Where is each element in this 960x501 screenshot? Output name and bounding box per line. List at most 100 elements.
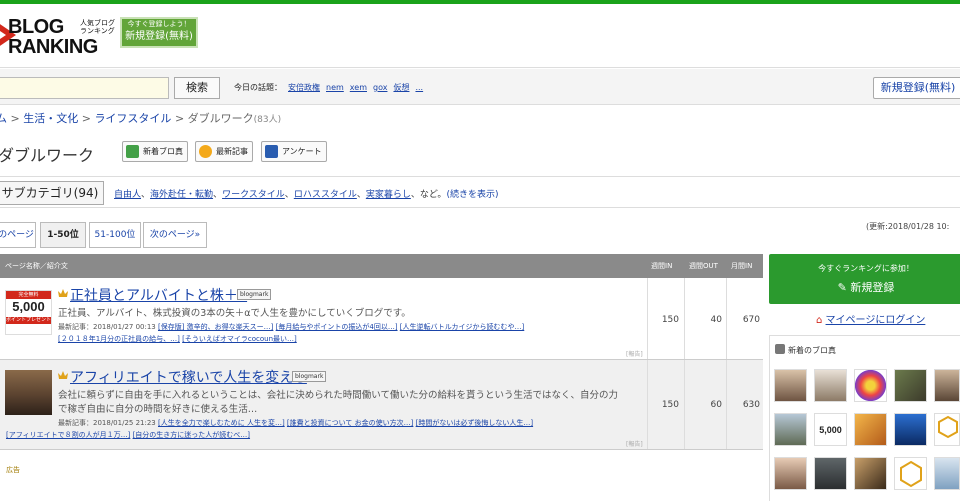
search-input[interactable] — [0, 77, 169, 99]
breadcrumb-lifestyle[interactable]: ライフスタイル — [94, 112, 171, 125]
new-blog-tile[interactable] — [814, 457, 847, 490]
search-bar: 検索 今日の話題： 安倍政権 nem xem gox 仮想... 新規登録(無料) — [0, 69, 960, 105]
subcategory-link[interactable]: 自由人 — [114, 190, 141, 200]
blog-description: 正社員、アルバイト、株式投資の3本の矢＋αで人生を豊かにしていくブログです。 — [58, 308, 411, 319]
breadcrumb: ム > 生活・文化 > ライフスタイル > ダブルワーク(83人) — [0, 110, 281, 126]
today-topics-label: 今日の話題： — [234, 83, 282, 92]
new-blog-tile[interactable] — [934, 413, 960, 446]
blog-description-2: で稼ぎ自由に自分の時間を好きに使える生活… — [58, 404, 258, 415]
camera-icon — [126, 145, 139, 158]
new-blog-tile[interactable] — [854, 457, 887, 490]
report-link[interactable]: [報告] — [626, 349, 643, 358]
register-banner-main: 新規登録(無料) — [125, 31, 193, 42]
new-blog-photos-button[interactable]: 新着ブロ真 — [122, 141, 188, 162]
logo-text-ranking: RANKING — [8, 36, 98, 58]
mypage-login[interactable]: ⌂ マイページにログイン — [816, 311, 925, 326]
blog-title-link[interactable]: 正社員とアルバイトと株＋α — [70, 285, 247, 305]
join-ranking-sub: 今すぐランキングに参加！ — [818, 264, 914, 273]
article-link[interactable]: [毎月給与やポイントの振込が4回以…] — [276, 323, 398, 331]
blog-thumbnail[interactable]: 完全無料 5,000 ポイントプレゼント — [5, 290, 52, 335]
page-title: ダブルワーク — [0, 146, 95, 165]
register-button[interactable]: 新規登録(無料) — [873, 77, 960, 99]
show-more-link[interactable]: (続きを表示) — [446, 190, 498, 200]
latest-articles-button[interactable]: 最新記事 — [195, 141, 253, 162]
article-link[interactable]: [人生逆転バトルカイジから読むむや…] — [400, 323, 524, 331]
subcategory-link[interactable]: 実家暮らし — [366, 190, 411, 200]
logo-subtext: 人気ブログランキング — [80, 19, 115, 35]
article-link[interactable]: [アフィリエイトで８割の人が月１万…] — [6, 431, 130, 439]
page-51-100-tab[interactable]: 51-100位 — [89, 222, 141, 248]
in-month-value: 670 — [742, 315, 760, 325]
survey-button[interactable]: アンケート — [261, 141, 327, 162]
col-header-in-week: 週間IN — [651, 262, 673, 270]
new-blog-tile[interactable] — [814, 369, 847, 402]
new-blog-tile[interactable] — [854, 413, 887, 446]
article-link[interactable]: [２０１８年1月分の正社員の給与、…] — [58, 335, 180, 343]
new-blog-tile[interactable] — [774, 457, 807, 490]
breadcrumb-life-culture[interactable]: 生活・文化 — [23, 112, 78, 125]
in-month-value: 630 — [742, 400, 760, 410]
topic-link[interactable]: gox — [373, 83, 387, 92]
article-link[interactable]: [時間がないは必ず後悔しない人生…] — [416, 419, 533, 427]
topic-link[interactable]: 仮想 — [393, 83, 409, 92]
breadcrumb-home[interactable]: ム — [0, 112, 7, 125]
col-header-in-month: 月間IN — [731, 262, 753, 270]
search-button[interactable]: 検索 — [174, 77, 220, 99]
report-link[interactable]: [報告] — [626, 439, 643, 448]
next-page-button[interactable]: 次のページ» — [143, 222, 207, 248]
topic-link[interactable]: nem — [326, 83, 344, 92]
col-header-page: ページ名称／紹介文 — [5, 262, 68, 270]
new-blog-tile[interactable] — [934, 369, 960, 402]
register-banner[interactable]: 今すぐ登録しよう！ 新規登録(無料) — [120, 17, 198, 48]
hexagon-icon — [938, 415, 958, 439]
article-link[interactable]: [人生を全力で楽しむために 人生を変…] — [158, 419, 285, 427]
site-header: BLOG RANKING 人気ブログランキング 今すぐ登録しよう！ 新規登録(無… — [0, 4, 960, 68]
crown-icon — [58, 289, 68, 297]
new-blogs-title: 新着のブロ真 — [788, 346, 836, 355]
subcategory-links: 自由人、海外赴任・転勤、ワークスタイル、ロハススタイル、実家暮らし、など。(続き… — [114, 190, 499, 200]
new-blog-tile[interactable] — [894, 369, 927, 402]
in-week-value: 150 — [661, 315, 679, 325]
new-blogs-panel: 新着のブロ真 5,000 — [769, 335, 960, 501]
blog-title-link[interactable]: アフィリエイトで稼いで人生を変える — [70, 367, 307, 387]
home-icon: ⌂ — [816, 315, 823, 326]
join-ranking-button[interactable]: 今すぐランキングに参加！ ✎ 新規登録 — [769, 254, 960, 304]
new-blog-tile[interactable]: 5,000 — [814, 413, 847, 446]
pencil-icon: ✎ — [837, 281, 851, 294]
blog-ranking-logo[interactable]: BLOG RANKING 人気ブログランキング — [0, 16, 115, 58]
in-week-value: 150 — [661, 400, 679, 410]
page-1-50-tab[interactable]: 1-50位 — [40, 222, 86, 248]
out-week-value: 60 — [710, 400, 722, 410]
new-blog-tile[interactable] — [934, 457, 960, 490]
subcategory-link[interactable]: ロハススタイル — [294, 190, 357, 200]
latest-articles: 最新記事：2018/01/25 21:23 [人生を全力で楽しむために 人生を変… — [58, 419, 534, 427]
new-blog-tile[interactable] — [894, 457, 927, 490]
subcategory-button[interactable]: サブカテゴリ(94) — [0, 181, 104, 205]
article-link[interactable]: [誰費と投資について お金の使い方次…] — [287, 419, 413, 427]
topic-more-link[interactable]: ... — [415, 83, 423, 92]
latest-articles: 最新記事：2018/01/27 00:13 [保存版] 激辛的、お得な楽天スー…… — [58, 323, 525, 331]
blogmark-button[interactable]: blogmark — [292, 371, 327, 382]
table-row: アフィリエイトで稼いで人生を変える blogmark 会社に頼らずに自由を手に入… — [0, 360, 763, 450]
new-blog-tile[interactable] — [774, 413, 807, 446]
topic-link[interactable]: xem — [350, 83, 367, 92]
subcategory-link[interactable]: ワークスタイル — [222, 190, 285, 200]
blog-thumbnail[interactable] — [5, 370, 52, 415]
subcategory-link[interactable]: 海外赴任・転勤 — [150, 190, 213, 200]
new-blog-tile[interactable] — [774, 369, 807, 402]
prev-page-button[interactable]: のページ — [0, 222, 36, 248]
article-link[interactable]: [そういえばオマイラcocoun最い…] — [182, 335, 297, 343]
new-badge-icon — [199, 145, 212, 158]
article-link[interactable]: [保存版] 激辛的、お得な楽天スー…] — [158, 323, 273, 331]
survey-icon — [265, 145, 278, 158]
breadcrumb-current: ダブルワーク — [187, 112, 254, 125]
new-blog-tile[interactable] — [854, 369, 887, 402]
topic-link[interactable]: 安倍政権 — [288, 83, 320, 92]
out-week-value: 40 — [710, 315, 722, 325]
mypage-login-link[interactable]: マイページにログイン — [826, 315, 926, 326]
ad-label: 広告 — [6, 466, 20, 474]
new-blog-tile[interactable] — [894, 413, 927, 446]
latest-articles-2: [２０１８年1月分の正社員の給与、…] [そういえばオマイラcocoun最い…] — [58, 334, 297, 344]
blogmark-button[interactable]: blogmark — [237, 289, 272, 300]
article-link[interactable]: [自分の生き方に迷った人が読むべ…] — [133, 431, 250, 439]
